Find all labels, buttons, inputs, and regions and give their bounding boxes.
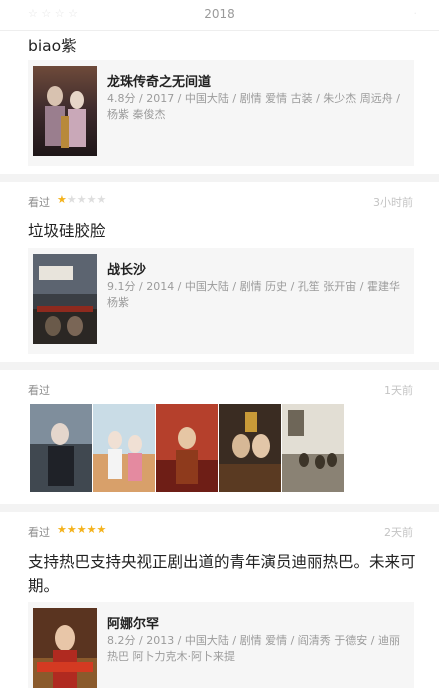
movie-title[interactable]: 战长沙 bbox=[107, 259, 146, 278]
star-icon: ★ bbox=[86, 193, 97, 206]
star-icon: ★ bbox=[86, 523, 97, 536]
movie-title[interactable]: 阿娜尔罕 bbox=[107, 613, 159, 632]
time-label: 2天前 bbox=[384, 526, 413, 539]
status-label: 看过 bbox=[28, 526, 50, 539]
star-icon: ★ bbox=[96, 193, 107, 206]
star-icon: ★ bbox=[57, 523, 67, 536]
movie-card[interactable]: 阿娜尔罕 8.2分 / 2013 / 中国大陆 / 剧情 爱情 / 阎清秀 于德… bbox=[28, 602, 414, 688]
comment-text: 支持热巴支持央视正剧出道的青年演员迪丽热巴。未来可期。 bbox=[28, 553, 416, 595]
movie-poster bbox=[33, 608, 97, 688]
movie-title[interactable]: 龙珠传奇之无间道 bbox=[107, 71, 211, 90]
movie-card[interactable]: 战长沙 9.1分 / 2014 / 中国大陆 / 剧情 历史 / 孔笙 张开宙 … bbox=[28, 248, 414, 354]
movie-info: 4.8分 / 2017 / 中国大陆 / 剧情 爱情 古装 / 朱少杰 周远舟 … bbox=[107, 92, 400, 121]
star-icon: ★ bbox=[66, 193, 77, 206]
year-label: 2018 bbox=[204, 7, 235, 21]
movie-poster[interactable] bbox=[93, 404, 155, 492]
movie-poster bbox=[33, 66, 97, 156]
star-rating: ★★★★★ bbox=[57, 523, 106, 536]
movie-poster[interactable] bbox=[30, 404, 92, 492]
separator bbox=[0, 504, 439, 512]
comment-text: 垃圾硅胶脸 bbox=[28, 222, 106, 240]
movie-poster[interactable] bbox=[282, 404, 344, 492]
movie-poster bbox=[33, 254, 97, 344]
star-rating: ★★★★★ bbox=[57, 193, 106, 206]
movie-info: 8.2分 / 2013 / 中国大陆 / 剧情 爱情 / 阎清秀 于德安 / 迪… bbox=[107, 634, 400, 663]
separator bbox=[0, 362, 439, 370]
status-label: 看过 bbox=[28, 384, 50, 397]
top-bar: ☆ ☆ ☆ ☆ 2018 · bbox=[0, 0, 439, 31]
movie-info: 9.1分 / 2014 / 中国大陆 / 剧情 历史 / 孔笙 张开宙 / 霍建… bbox=[107, 280, 400, 309]
separator bbox=[0, 174, 439, 182]
faded-time: · bbox=[413, 7, 418, 20]
status-label: 看过 bbox=[28, 196, 50, 209]
star-icon: ★ bbox=[66, 523, 77, 536]
star-icon: ★ bbox=[96, 523, 107, 536]
star-icon: ★ bbox=[57, 193, 67, 206]
movie-poster[interactable] bbox=[219, 404, 281, 492]
movie-card[interactable]: 龙珠传奇之无间道 4.8分 / 2017 / 中国大陆 / 剧情 爱情 古装 /… bbox=[28, 60, 414, 166]
movie-poster[interactable] bbox=[156, 404, 218, 492]
comment-text: biao紫 bbox=[28, 37, 77, 55]
time-label: 1天前 bbox=[384, 384, 413, 397]
star-icon: ★ bbox=[76, 193, 87, 206]
time-label: 3小时前 bbox=[373, 196, 413, 209]
star-icon: ★ bbox=[76, 523, 87, 536]
